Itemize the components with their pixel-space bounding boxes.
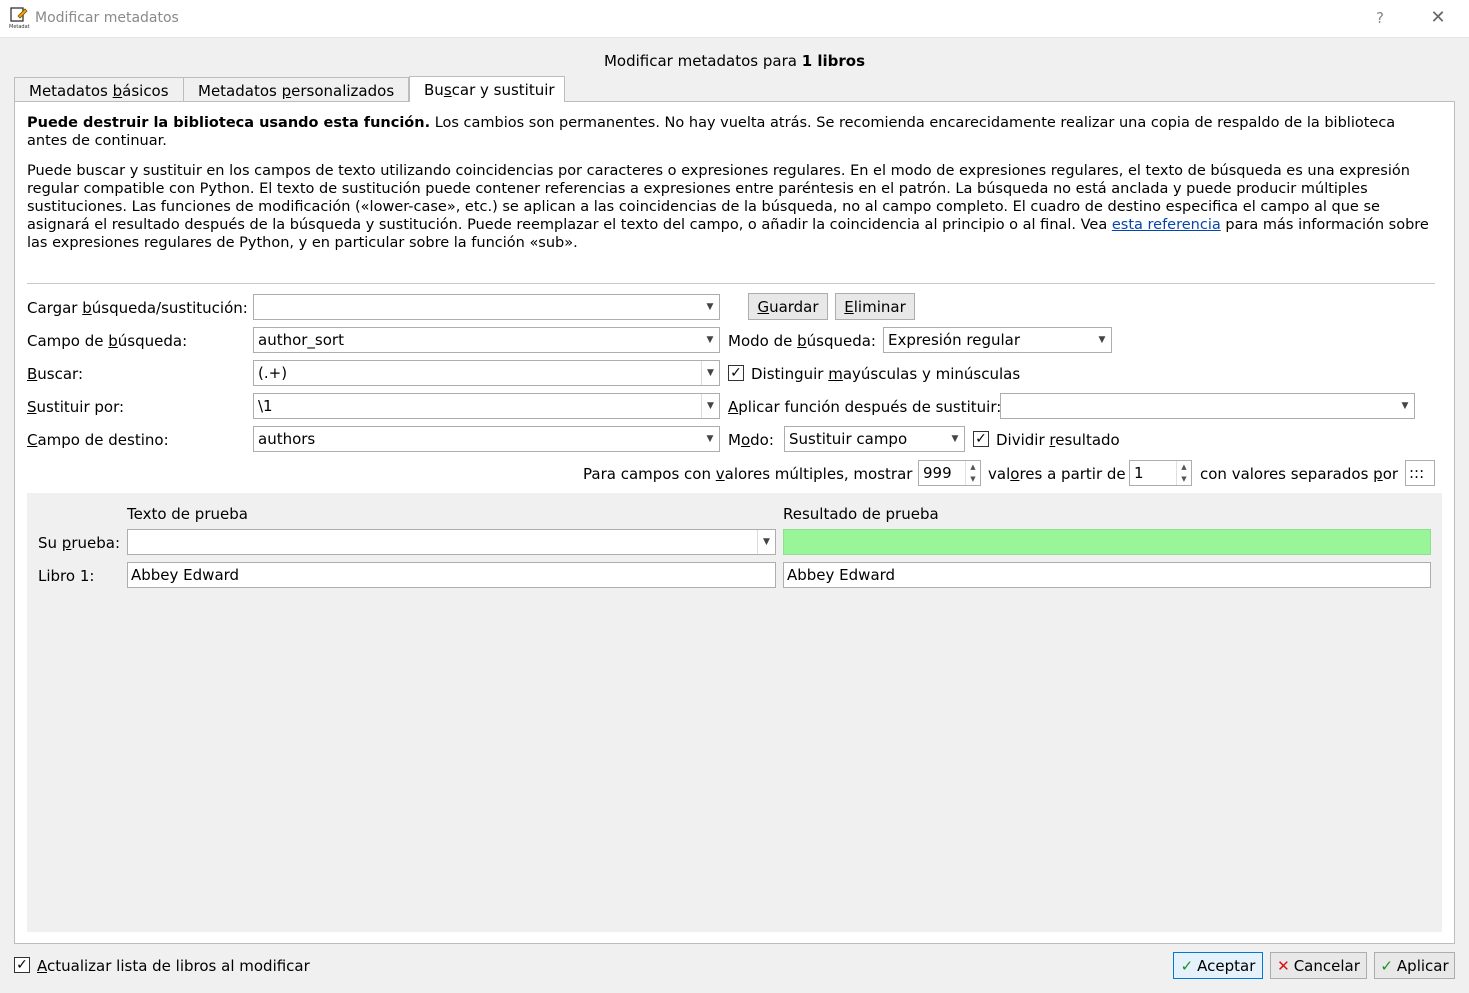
warning-bold: Puede destruir la biblioteca usando esta…	[27, 115, 431, 131]
delete-button[interactable]: Eliminar	[835, 293, 915, 320]
save-button[interactable]: Guardar	[748, 293, 828, 320]
apply-function-label: Aplicar función después de sustituir:	[728, 398, 1002, 416]
close-icon[interactable]: ✕	[1428, 7, 1448, 28]
find-label: Buscar:	[27, 365, 84, 383]
your-test-result	[783, 529, 1431, 555]
mode-label: Modo:	[728, 431, 774, 449]
search-field-label: Campo de búsqueda:	[27, 332, 188, 350]
separator	[27, 283, 1435, 284]
book-1-result[interactable]: Abbey Edward	[783, 562, 1431, 588]
header-prefix: Modificar metadatos para	[603, 52, 797, 70]
mode-combo[interactable]: Sustituir campo ▼	[784, 426, 965, 452]
help-icon[interactable]: ?	[1372, 9, 1388, 27]
load-search-combo[interactable]: ▼	[253, 294, 720, 320]
your-test-label: Su prueba:	[38, 534, 120, 552]
chevron-down-icon[interactable]: ▼	[701, 361, 719, 385]
test-area	[27, 493, 1442, 932]
ok-button[interactable]: ✓ Aceptar	[1173, 952, 1263, 979]
spin-up-icon[interactable]: ▲	[965, 461, 980, 473]
multi-value-label: Para campos con valores múltiples, mostr…	[583, 465, 913, 483]
refresh-list-label: Actualizar lista de libros al modificar	[37, 957, 310, 975]
multi-separator-input[interactable]: :::	[1405, 460, 1435, 486]
test-result-header: Resultado de prueba	[783, 505, 939, 523]
start-from-label: valores a partir de	[988, 465, 1126, 483]
metadata-icon-label: Metadat	[9, 24, 30, 30]
chevron-down-icon[interactable]: ▼	[757, 530, 775, 554]
book-1-label: Libro 1:	[38, 567, 95, 585]
check-icon: ✓	[1380, 957, 1393, 975]
search-mode-label: Modo de búsqueda:	[728, 332, 876, 350]
multi-start-spinbox[interactable]: 1 ▲ ▼	[1129, 460, 1192, 486]
tab-custom-metadata[interactable]: Metadatos personalizados	[183, 77, 409, 101]
find-input[interactable]: (.+) ▼	[253, 360, 720, 386]
case-sensitive-checkbox[interactable]: ✓	[728, 365, 744, 381]
split-result-checkbox[interactable]: ✓	[973, 431, 989, 447]
spin-down-icon[interactable]: ▼	[965, 473, 980, 485]
reference-link[interactable]: esta referencia	[1112, 217, 1221, 233]
book-1-text[interactable]: Abbey Edward	[127, 562, 776, 588]
window-title: Modificar metadatos	[35, 10, 179, 26]
chevron-down-icon: ▼	[706, 335, 714, 345]
chevron-down-icon: ▼	[1401, 401, 1409, 411]
metadata-app-icon: Metadat	[9, 6, 31, 30]
cancel-button[interactable]: ✕ Cancelar	[1270, 952, 1367, 979]
close-icon: ✕	[1277, 957, 1290, 975]
chevron-down-icon: ▼	[706, 434, 714, 444]
tab-basic-metadata[interactable]: Metadatos básicos	[14, 77, 184, 101]
warning-text: Puede destruir la biblioteca usando esta…	[27, 114, 1432, 150]
tab-search-replace[interactable]: Buscar y sustituir	[409, 76, 565, 102]
test-text-header: Texto de prueba	[127, 505, 248, 523]
search-mode-combo[interactable]: Expresión regular ▼	[883, 327, 1112, 353]
replace-label: Sustituir por:	[27, 398, 125, 416]
apply-function-combo[interactable]: ▼	[1000, 393, 1415, 419]
chevron-down-icon: ▼	[951, 434, 959, 444]
destination-field-label: Campo de destino:	[27, 431, 169, 449]
spin-down-icon[interactable]: ▼	[1176, 473, 1191, 485]
description-text: Puede buscar y sustituir en los campos d…	[27, 163, 1429, 251]
case-sensitive-label: Distinguir mayúsculas y minúsculas	[751, 365, 1021, 383]
load-search-label: Cargar búsqueda/sustitución:	[27, 299, 248, 317]
spin-up-icon[interactable]: ▲	[1176, 461, 1191, 473]
apply-button[interactable]: ✓ Aplicar	[1374, 952, 1455, 979]
chevron-down-icon: ▼	[1098, 335, 1106, 345]
title-bar: Metadat Modificar metadatos ? ✕	[0, 0, 1469, 38]
separator-label: con valores separados por	[1200, 465, 1399, 483]
replace-input[interactable]: \1 ▼	[253, 393, 720, 419]
chevron-down-icon[interactable]: ▼	[701, 394, 719, 418]
search-field-combo[interactable]: author_sort ▼	[253, 327, 720, 353]
check-icon: ✓	[1180, 957, 1194, 975]
book-count: 1 libros	[801, 52, 866, 70]
your-test-input[interactable]: ▼	[127, 529, 776, 555]
chevron-down-icon: ▼	[706, 302, 714, 312]
destination-field-combo[interactable]: authors ▼	[253, 426, 720, 452]
multi-count-spinbox[interactable]: 999 ▲ ▼	[918, 460, 981, 486]
refresh-list-checkbox[interactable]: ✓	[14, 957, 30, 973]
dialog-header: Modificar metadatos para 1 libros	[0, 52, 1469, 70]
split-result-label: Dividir resultado	[996, 431, 1120, 449]
